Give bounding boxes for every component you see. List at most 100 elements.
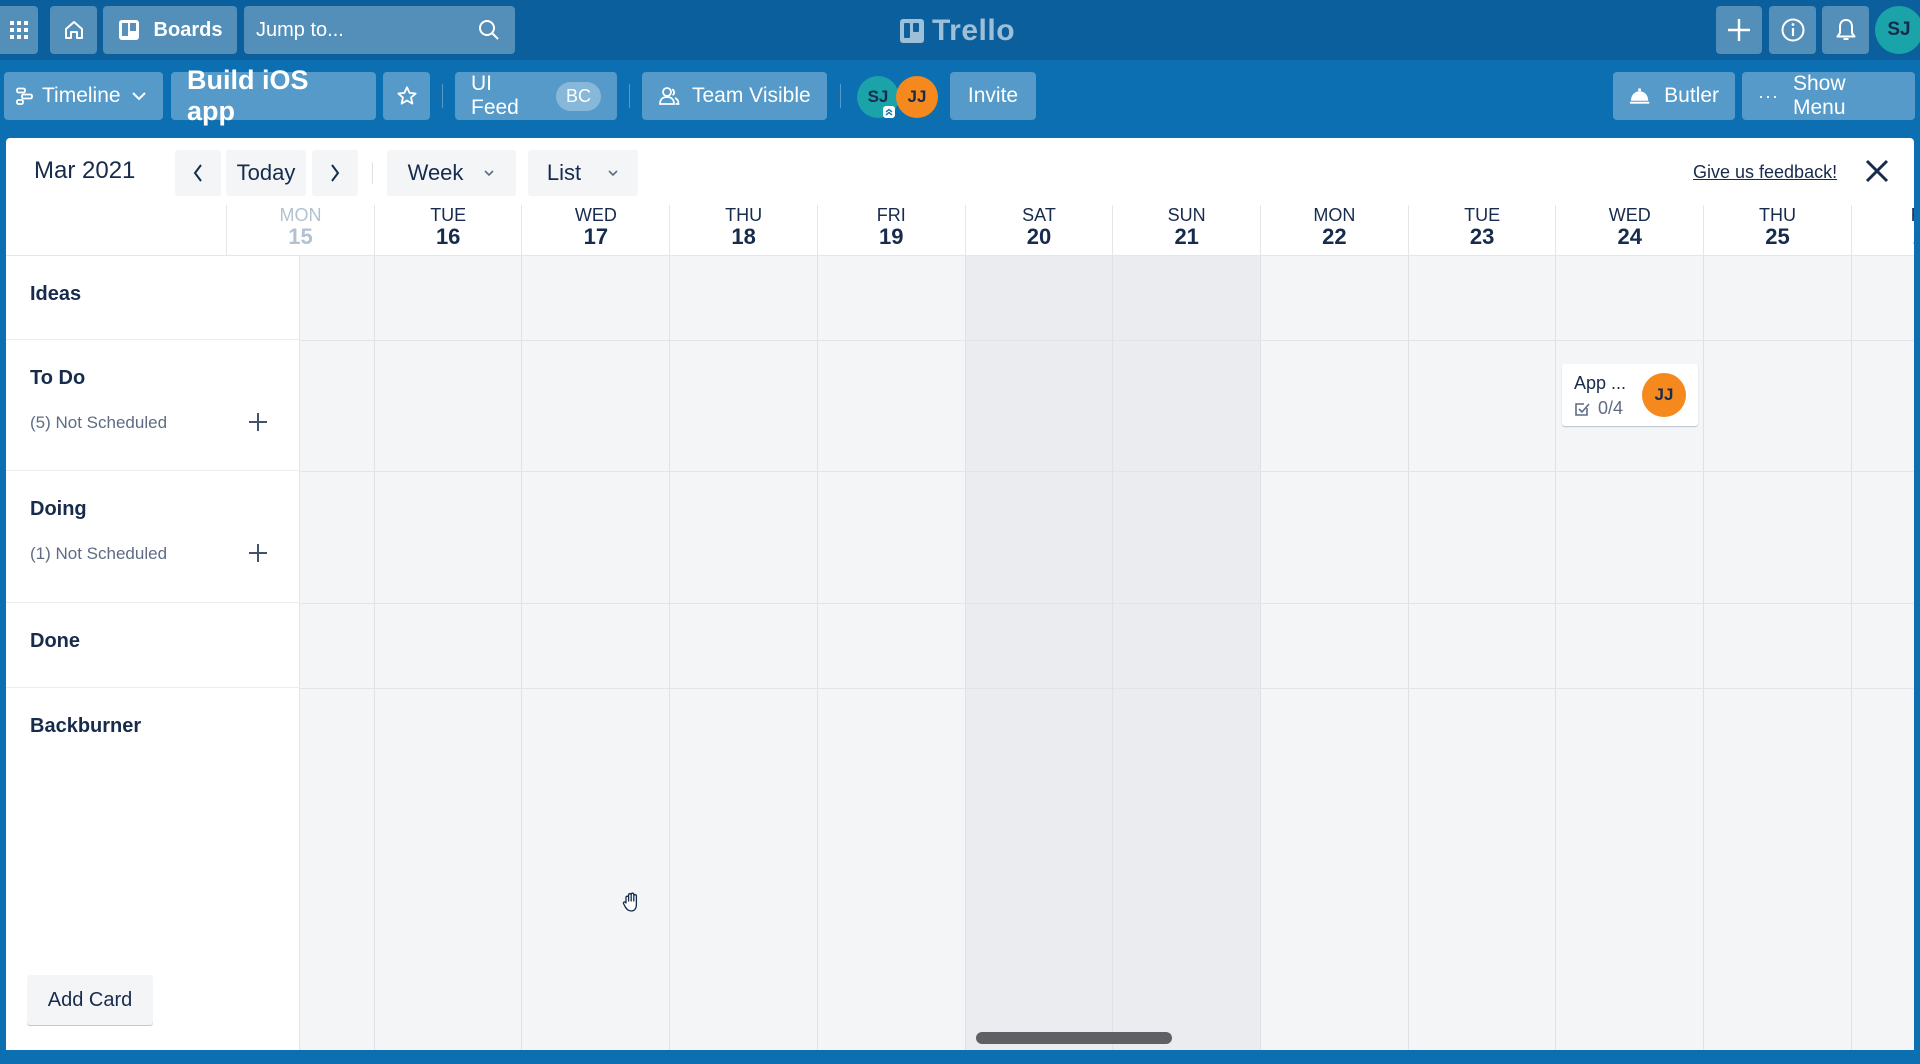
day-header: MON 22 — [1259, 205, 1408, 255]
member-avatar[interactable]: JJ — [896, 76, 938, 118]
unscheduled-count[interactable]: (1) Not Scheduled — [30, 544, 167, 564]
plus-icon[interactable] — [246, 541, 270, 565]
search-input[interactable]: Jump to... — [244, 6, 515, 54]
list-name: Backburner — [30, 715, 142, 737]
chevron-down-icon — [608, 170, 618, 177]
row-divider — [300, 603, 1914, 604]
workspace-button[interactable]: UI Feed BC — [455, 72, 617, 120]
boards-icon — [118, 20, 139, 40]
day-name: THU — [1759, 205, 1796, 225]
chevron-down-icon — [484, 170, 494, 177]
day-name: SUN — [1167, 205, 1206, 225]
day-column[interactable] — [1850, 256, 1914, 1050]
day-column[interactable] — [1112, 256, 1261, 1050]
day-name: THU — [725, 205, 763, 225]
home-icon — [64, 21, 83, 39]
bell-icon — [1836, 19, 1855, 40]
list-name: Ideas — [30, 283, 82, 305]
day-header: WED 17 — [521, 205, 669, 255]
day-column[interactable] — [373, 256, 522, 1050]
card-title: App ... — [1574, 373, 1627, 393]
show-menu-button[interactable]: ··· Show Menu — [1742, 72, 1915, 120]
list-row-todo[interactable]: To Do (5) Not Scheduled — [6, 340, 300, 471]
day-header: SAT 20 — [964, 205, 1113, 255]
card-checklist: 0/4 — [1574, 398, 1623, 419]
butler-label: Butler — [1664, 84, 1719, 107]
list-row-doing[interactable]: Doing (1) Not Scheduled — [6, 471, 300, 603]
grid-icon — [10, 21, 28, 39]
group-dropdown[interactable]: List — [528, 150, 638, 196]
butler-button[interactable]: Butler — [1613, 72, 1735, 120]
checklist-icon — [1575, 402, 1590, 416]
trello-logo-icon — [900, 19, 924, 43]
day-name: WED — [574, 205, 617, 225]
today-button[interactable]: Today — [226, 150, 306, 196]
search-placeholder: Jump to... — [256, 18, 344, 41]
plus-icon — [1728, 19, 1750, 41]
day-date: 20 — [1026, 224, 1052, 249]
day-column[interactable] — [1703, 256, 1851, 1050]
trello-logo[interactable]: Trello — [900, 14, 1015, 48]
prev-button[interactable] — [175, 150, 221, 196]
info-icon — [1781, 18, 1804, 42]
logo-text: Trello — [932, 14, 1016, 47]
list-row-done[interactable]: Done — [6, 603, 300, 688]
star-button[interactable] — [383, 72, 430, 120]
list-sidebar: Ideas To Do (5) Not Scheduled Doing (1) … — [6, 256, 300, 1050]
horizontal-scrollbar[interactable] — [976, 1032, 1172, 1044]
day-column[interactable] — [1407, 256, 1556, 1050]
workspace-label: UI Feed — [471, 72, 519, 119]
day-column[interactable] — [816, 256, 965, 1050]
day-column[interactable] — [964, 256, 1113, 1050]
create-button[interactable] — [1716, 6, 1762, 54]
day-name: MON — [279, 205, 322, 225]
list-row-ideas[interactable]: Ideas — [6, 256, 300, 340]
add-card-button[interactable]: Add Card — [27, 975, 153, 1025]
view-label: Timeline — [42, 84, 121, 107]
next-button[interactable] — [312, 150, 358, 196]
timeline-card[interactable]: App ... 0/4 JJ — [1562, 364, 1698, 426]
invite-button[interactable]: Invite — [950, 72, 1036, 120]
boards-label: Boards — [153, 18, 223, 41]
unscheduled-count[interactable]: (5) Not Scheduled — [30, 413, 167, 433]
day-header: MON 15 — [226, 205, 374, 255]
day-date: 16 — [435, 224, 461, 249]
range-dropdown[interactable]: Week — [387, 150, 516, 196]
visibility-label: Team Visible — [692, 84, 811, 107]
list-name: Done — [30, 630, 80, 652]
visibility-button[interactable]: Team Visible — [642, 72, 827, 120]
info-button[interactable] — [1769, 6, 1816, 54]
view-switcher[interactable]: Timeline — [4, 72, 163, 120]
more-icon: ··· — [1758, 85, 1779, 106]
day-column[interactable] — [669, 256, 818, 1050]
admin-chevron-icon — [883, 106, 895, 118]
day-date: 24 — [1617, 224, 1643, 249]
chevron-down-icon — [131, 92, 146, 101]
board-title[interactable]: Build iOS app — [171, 65, 376, 126]
home-button[interactable] — [50, 6, 97, 54]
boards-button[interactable]: Boards — [103, 6, 237, 54]
user-avatar[interactable]: SJ — [1875, 6, 1920, 54]
day-column[interactable] — [521, 256, 670, 1050]
list-name: To Do — [30, 367, 86, 389]
day-header: THU 25 — [1703, 205, 1851, 255]
list-name: Doing — [30, 498, 87, 520]
chevron-left-icon — [193, 164, 202, 182]
notifications-button[interactable] — [1822, 6, 1869, 54]
member-avatar[interactable]: SJ — [857, 76, 899, 118]
day-date: 15 — [288, 224, 313, 249]
day-header: WED 24 — [1555, 205, 1703, 255]
divider — [840, 84, 841, 108]
plus-icon[interactable] — [246, 410, 270, 434]
star-icon — [396, 86, 417, 105]
card-member-avatar[interactable]: JJ — [1642, 373, 1686, 417]
close-icon[interactable] — [1862, 156, 1892, 186]
feedback-link[interactable]: Give us feedback! — [1693, 162, 1837, 183]
day-column[interactable] — [1259, 256, 1408, 1050]
day-date: 21 — [1174, 224, 1199, 249]
day-date: 18 — [731, 224, 756, 249]
apps-button[interactable] — [0, 6, 38, 54]
day-header: FRI 19 — [816, 205, 965, 255]
day-date: 19 — [879, 224, 904, 249]
day-header: THU 18 — [669, 205, 817, 255]
